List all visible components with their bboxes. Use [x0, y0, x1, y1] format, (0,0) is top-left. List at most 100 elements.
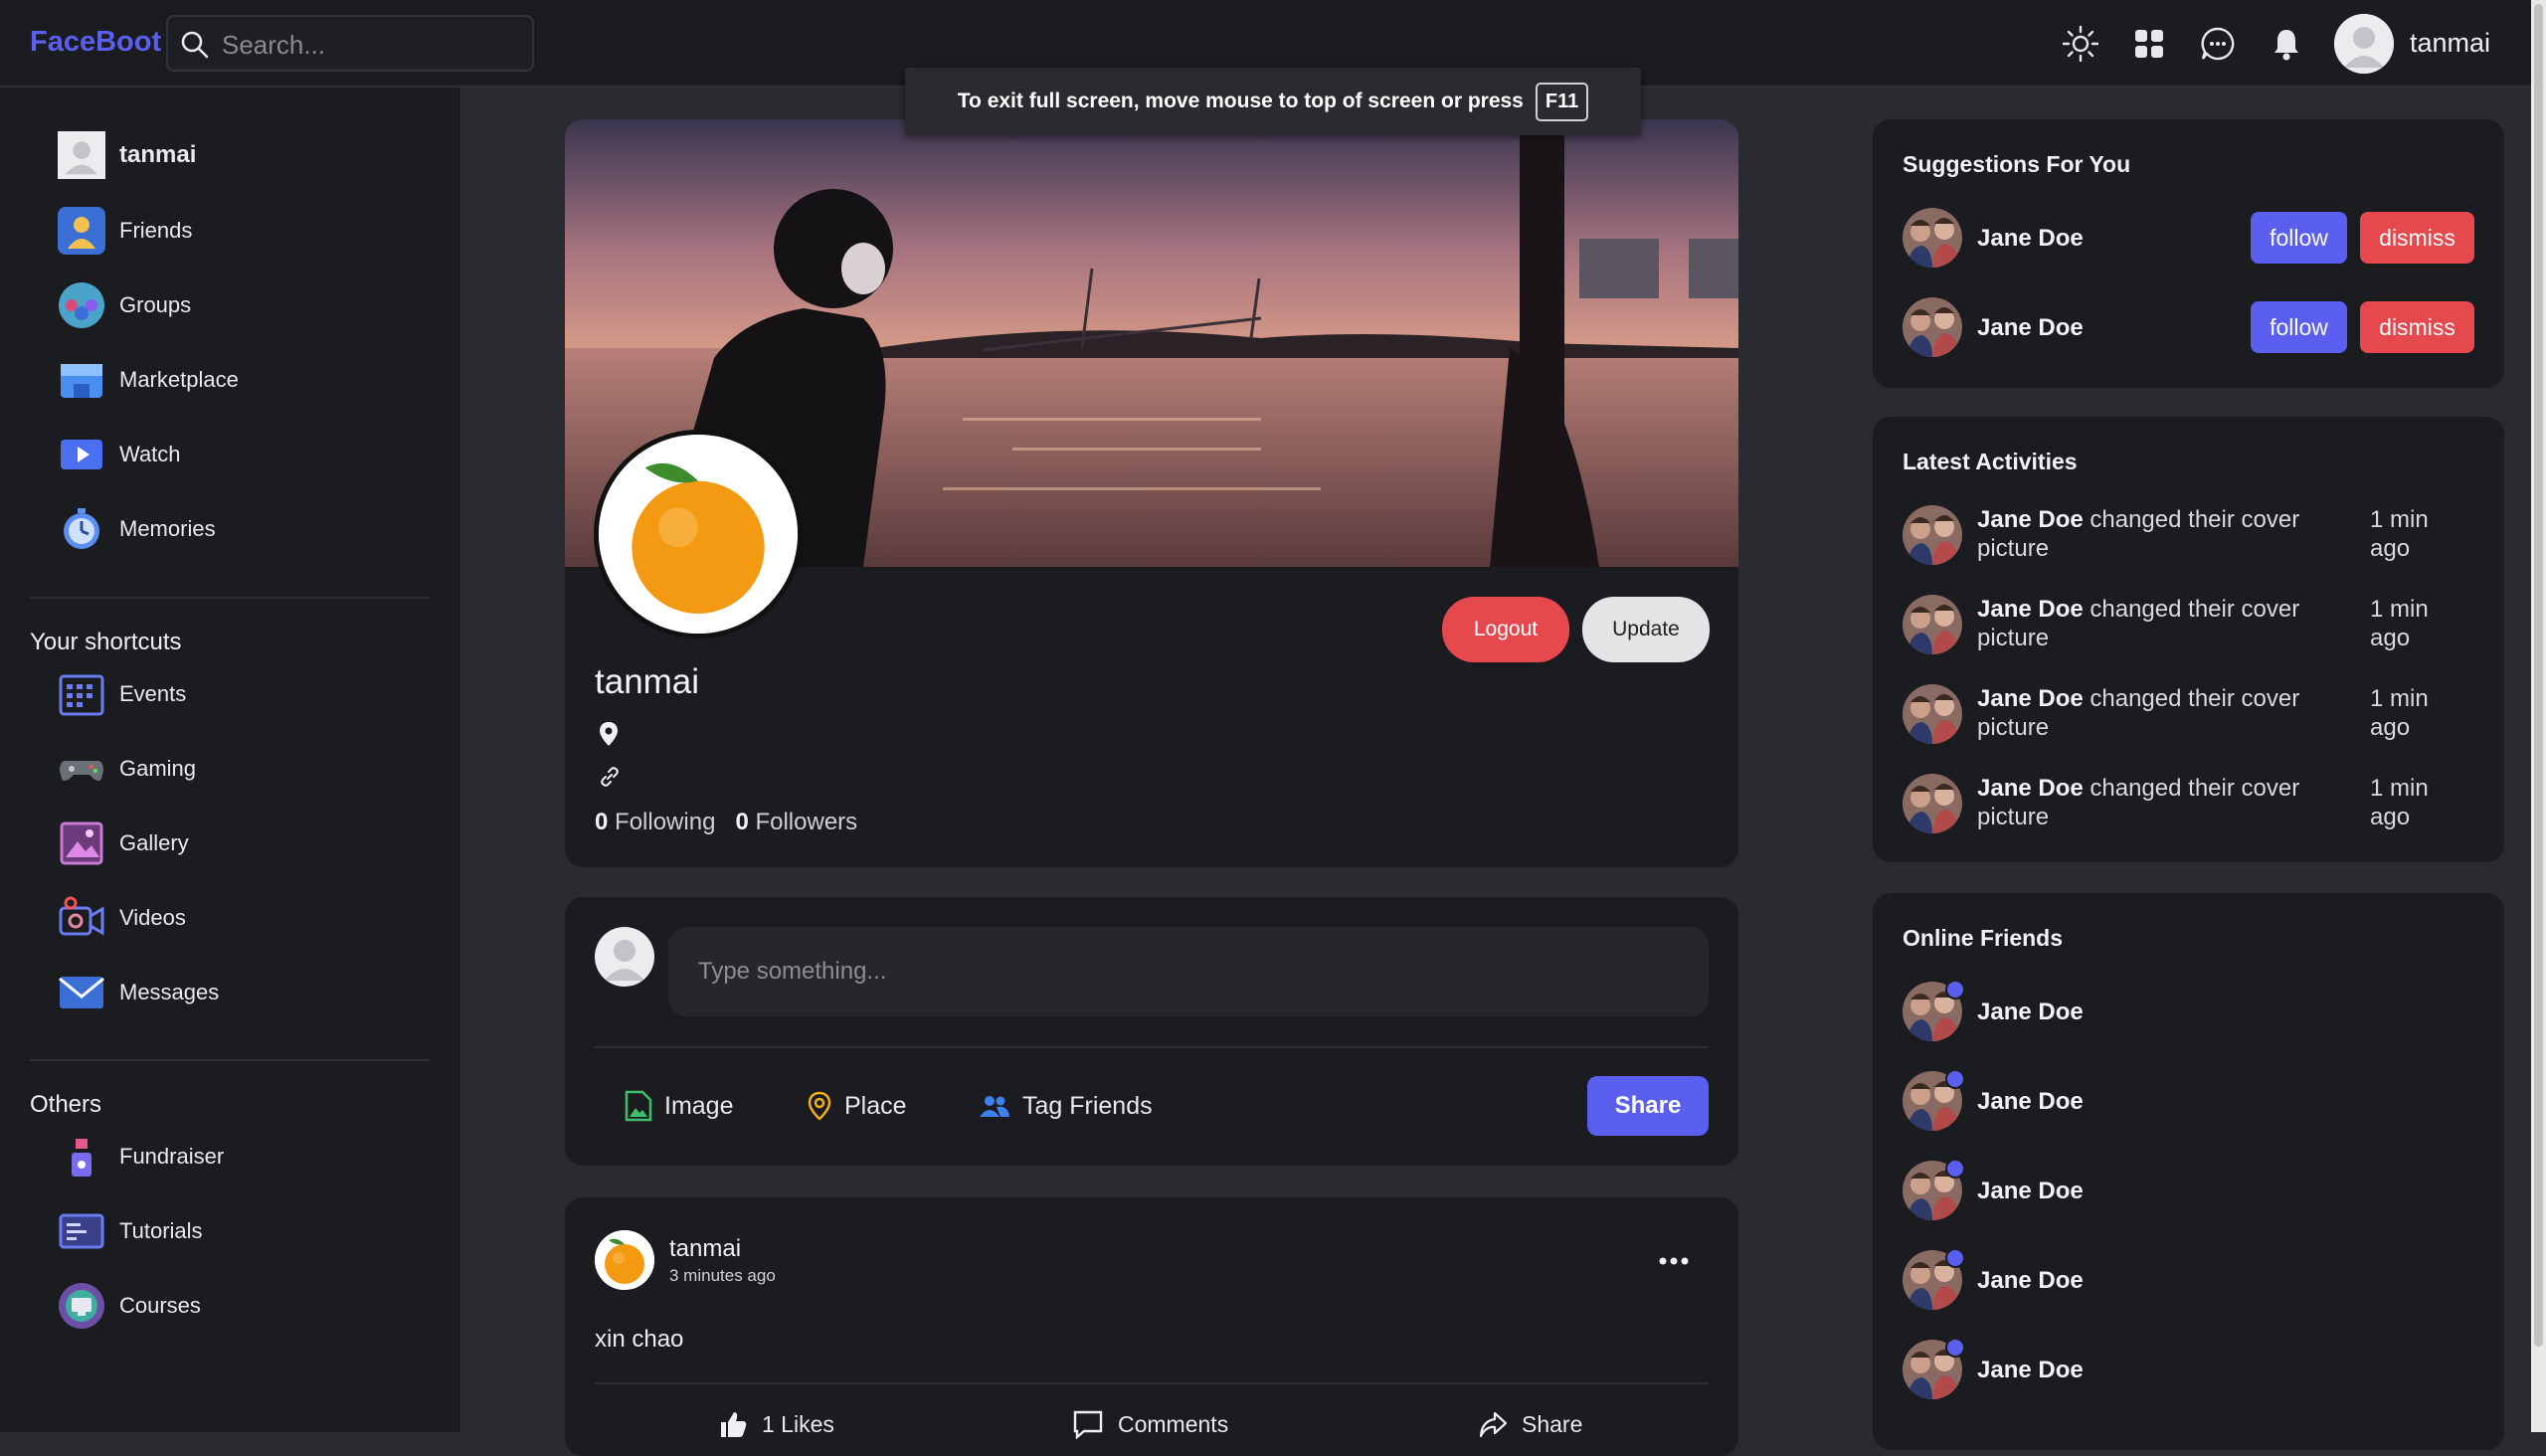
friends-icon [58, 207, 105, 255]
place-label: Place [844, 1091, 907, 1120]
orange-avatar-icon [595, 1230, 654, 1290]
logout-button[interactable]: Logout [1442, 597, 1569, 662]
activity-user[interactable]: Jane Doe [1977, 685, 2084, 712]
watch-icon [61, 440, 102, 469]
default-user-icon [595, 927, 654, 987]
sidebar-item-courses[interactable]: Courses [58, 1282, 201, 1330]
sidebar-item-groups[interactable]: Groups [58, 281, 191, 329]
post-text: xin chao [595, 1326, 684, 1353]
sidebar-item-friends[interactable]: Friends [58, 207, 192, 255]
nav-username[interactable]: tanmai [2410, 28, 2490, 59]
online-friend-name[interactable]: Jane Doe [1977, 1357, 2084, 1384]
search-box[interactable] [166, 15, 534, 72]
activity-user[interactable]: Jane Doe [1977, 506, 2084, 533]
follow-button[interactable]: follow [2251, 212, 2347, 264]
suggestions-title: Suggestions For You [1903, 151, 2131, 177]
avatar[interactable] [1903, 208, 1962, 268]
sidebar-item-label: Tutorials [119, 1218, 203, 1243]
online-friend-name[interactable]: Jane Doe [1977, 999, 2084, 1026]
tag-friends-button[interactable]: Tag Friends [979, 1086, 1153, 1126]
sidebar-item-events[interactable]: Events [58, 670, 186, 718]
sidebar-item-label: Courses [119, 1293, 201, 1318]
follow-button[interactable]: follow [2251, 301, 2347, 353]
avatar [595, 927, 654, 987]
scrollbar-thumb[interactable] [2534, 4, 2543, 1347]
avatar[interactable] [1903, 774, 1962, 833]
activity-user[interactable]: Jane Doe [1977, 775, 2084, 802]
search-icon [181, 31, 209, 59]
person-avatar-icon [1903, 297, 1962, 357]
sidebar-item-label: Gallery [119, 830, 189, 855]
online-indicator [1945, 1159, 1965, 1179]
more-options-icon[interactable] [1657, 1251, 1691, 1271]
online-friend-name[interactable]: Jane Doe [1977, 1178, 2084, 1205]
sidebar-item-label: Marketplace [119, 367, 239, 392]
activity-text: Jane Doe changed their cover picture [1977, 774, 2315, 831]
sidebar-item-label: tanmai [119, 141, 197, 168]
activity-text: Jane Doe changed their cover picture [1977, 595, 2315, 652]
activity-text: Jane Doe changed their cover picture [1977, 505, 2315, 563]
sun-icon[interactable] [2062, 25, 2099, 63]
sidebar-item-memories[interactable]: Memories [58, 505, 216, 553]
link-icon[interactable] [599, 766, 621, 788]
suggestion-name[interactable]: Jane Doe [1977, 225, 2084, 253]
sidebar-item-marketplace[interactable]: Marketplace [58, 356, 239, 404]
comments-label: Comments [1118, 1410, 1229, 1437]
others-title: Others [30, 1091, 102, 1118]
like-button[interactable]: 1 Likes [718, 1404, 834, 1444]
default-user-icon [58, 131, 105, 179]
online-friend-name[interactable]: Jane Doe [1977, 1267, 2084, 1295]
comments-button[interactable]: Comments [1072, 1404, 1228, 1444]
messages-icon [59, 977, 104, 1008]
sidebar-item-profile[interactable]: tanmai [58, 131, 196, 179]
memories-icon [64, 508, 99, 549]
avatar[interactable] [1903, 297, 1962, 357]
post-share-button[interactable]: Share [1478, 1404, 1582, 1444]
online-indicator [1945, 1338, 1965, 1358]
chat-icon[interactable] [2199, 25, 2237, 63]
avatar[interactable] [1903, 684, 1962, 744]
sidebar-item-watch[interactable]: Watch [58, 431, 181, 478]
sidebar-item-messages[interactable]: Messages [58, 969, 219, 1016]
videos-icon [59, 896, 104, 936]
sidebar-item-label: Messages [119, 980, 220, 1004]
add-image-button[interactable]: Image [625, 1086, 733, 1126]
avatar[interactable] [1903, 595, 1962, 654]
activity-user[interactable]: Jane Doe [1977, 596, 2084, 623]
activity-time: 1 min ago [2370, 685, 2429, 741]
sidebar-item-videos[interactable]: Videos [58, 894, 186, 942]
profile-picture[interactable] [594, 430, 803, 638]
post-author[interactable]: tanmai [669, 1235, 741, 1263]
sidebar-item-label: Fundraiser [119, 1144, 225, 1169]
sidebar-item-label: Groups [119, 292, 192, 317]
suggestion-name[interactable]: Jane Doe [1977, 314, 2084, 342]
followers-label[interactable]: Followers [755, 809, 857, 835]
following-label[interactable]: Following [615, 809, 715, 835]
online-friend-name[interactable]: Jane Doe [1977, 1088, 2084, 1116]
sidebar-item-label: Events [119, 681, 187, 706]
add-place-button[interactable]: Place [807, 1086, 907, 1126]
dismiss-button[interactable]: dismiss [2360, 301, 2474, 353]
grid-icon[interactable] [2130, 25, 2168, 63]
bell-icon[interactable] [2268, 25, 2305, 63]
avatar[interactable] [2334, 14, 2394, 74]
search-input[interactable] [220, 25, 522, 65]
brand-logo[interactable]: FaceBoot [30, 26, 161, 59]
sidebar-item-fundraiser[interactable]: Fundraiser [58, 1133, 224, 1181]
online-friends-card [1873, 893, 2504, 1450]
dismiss-button[interactable]: dismiss [2360, 212, 2474, 264]
gaming-icon [60, 761, 103, 781]
update-button[interactable]: Update [1582, 597, 1710, 662]
avatar[interactable] [1903, 505, 1962, 565]
share-button[interactable]: Share [1587, 1076, 1709, 1136]
sidebar-item-gallery[interactable]: Gallery [58, 819, 189, 867]
fullscreen-key: F11 [1535, 82, 1589, 121]
post-input[interactable] [668, 927, 1709, 1016]
followers-count: 0 [735, 809, 749, 835]
courses-icon [59, 1283, 104, 1329]
marketplace-icon [61, 364, 102, 398]
sidebar-item-tutorials[interactable]: Tutorials [58, 1207, 203, 1255]
avatar[interactable] [595, 1230, 654, 1290]
page-scrollbar[interactable] [2531, 0, 2546, 1432]
sidebar-item-gaming[interactable]: Gaming [58, 745, 196, 793]
